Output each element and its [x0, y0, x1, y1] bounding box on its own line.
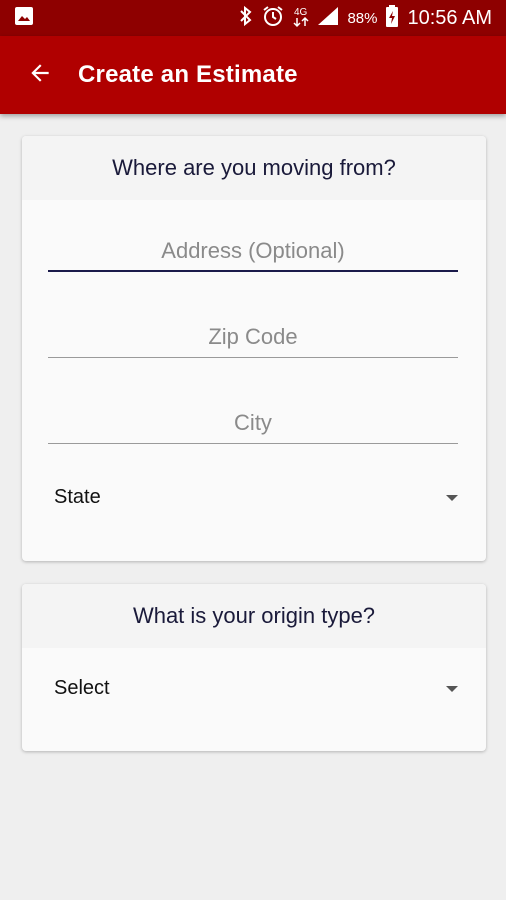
image-notification-icon: [14, 6, 34, 31]
moving-from-header: Where are you moving from?: [22, 136, 486, 200]
origin-type-dropdown-value: Select: [54, 677, 110, 699]
state-dropdown-value: State: [54, 486, 101, 508]
data-icon: 4G: [293, 4, 309, 33]
back-arrow-icon: [27, 60, 53, 91]
origin-type-header: What is your origin type?: [22, 584, 486, 648]
svg-text:4G: 4G: [294, 7, 308, 18]
address-field[interactable]: Address (Optional): [48, 238, 458, 272]
origin-type-card: What is your origin type? Select: [22, 584, 486, 751]
address-placeholder: Address (Optional): [161, 238, 345, 263]
zip-code-underline: [48, 357, 458, 358]
dropdown-caret-icon: [446, 494, 458, 501]
battery-percent: 88%: [347, 9, 378, 27]
battery-charging-icon: [385, 4, 399, 33]
origin-type-dropdown[interactable]: Select: [54, 677, 458, 700]
status-bar: 4G 88% 10:56 AM: [0, 0, 506, 36]
city-placeholder: City: [234, 410, 272, 435]
app-bar: Create an Estimate: [0, 36, 506, 114]
alarm-icon: [261, 4, 285, 33]
back-button[interactable]: [12, 47, 68, 103]
dropdown-caret-icon: [446, 685, 458, 692]
bluetooth-icon: [239, 5, 253, 32]
city-underline: [48, 443, 458, 444]
clock: 10:56 AM: [407, 6, 492, 29]
zip-code-field[interactable]: Zip Code: [48, 324, 458, 358]
moving-from-card: Where are you moving from? Address (Opti…: [22, 136, 486, 561]
state-dropdown[interactable]: State: [54, 486, 458, 509]
signal-icon: [317, 6, 339, 31]
zip-code-placeholder: Zip Code: [208, 324, 298, 349]
city-field[interactable]: City: [48, 410, 458, 444]
page-title: Create an Estimate: [78, 61, 298, 88]
address-underline: [48, 270, 458, 272]
